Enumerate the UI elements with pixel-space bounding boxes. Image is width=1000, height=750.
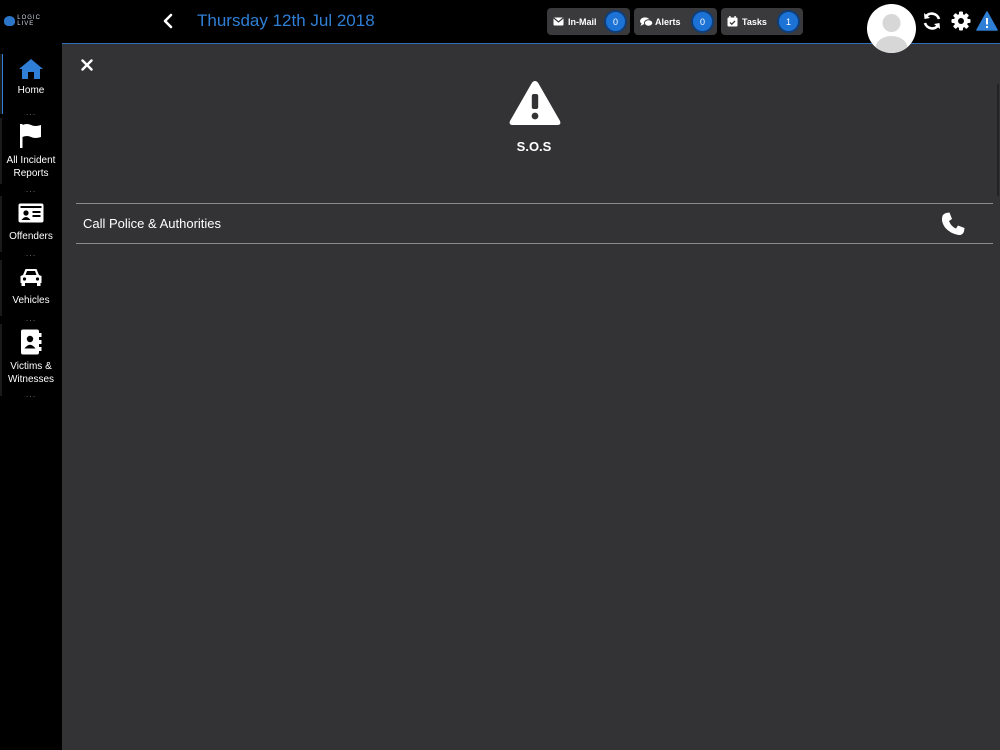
sidebar-item-label: Offenders (9, 231, 53, 242)
sidebar-item-victims-witnesses[interactable]: Victims & Witnesses (0, 324, 62, 396)
inmail-label: In-Mail (568, 16, 597, 27)
sos-panel: S.O.S Call Police & Authorities (62, 43, 1000, 750)
close-icon (81, 59, 93, 71)
phone-icon (940, 211, 966, 237)
warning-icon (976, 11, 998, 31)
sidebar-dots: ... (25, 313, 37, 323)
tasks-button[interactable]: Tasks 1 (721, 8, 803, 35)
sidebar-dots: ... (25, 248, 37, 258)
calendar-check-icon (727, 16, 740, 27)
id-card-icon (0, 196, 62, 230)
sidebar-item-offenders[interactable]: Offenders (0, 196, 62, 252)
avatar[interactable] (867, 4, 916, 53)
sidebar-item-label: Home (17, 85, 45, 96)
sidebar-dots: ... (25, 389, 37, 399)
sidebar-item-home[interactable]: Home (0, 54, 62, 114)
sidebar-item-label: All Incident Reports (6, 155, 56, 179)
sync-button[interactable] (921, 10, 943, 32)
tasks-count-badge: 1 (777, 10, 800, 33)
alerts-label: Alerts (655, 16, 681, 27)
settings-button[interactable] (950, 10, 972, 32)
sidebar-item-label: Victims & Witnesses (7, 361, 55, 385)
call-police-option[interactable]: Call Police & Authorities (76, 203, 993, 244)
alerts-count-badge: 0 (691, 10, 714, 33)
gear-icon (951, 11, 971, 31)
sos-warning-button[interactable] (976, 10, 998, 32)
tasks-label: Tasks (742, 16, 767, 27)
logo-text: LOGIC LIVE (17, 15, 41, 27)
sidebar-dots: ... (25, 107, 37, 117)
sidebar-item-vehicles[interactable]: Vehicles (0, 260, 62, 316)
date-title: Thursday 12th Jul 2018 (197, 11, 375, 30)
home-icon (0, 54, 62, 84)
top-bar: LOGIC LIVE Thursday 12th Jul 2018 In-Mai… (0, 0, 1000, 44)
sidebar-dots: ... (25, 184, 37, 194)
flag-icon (0, 118, 62, 154)
call-police-label: Call Police & Authorities (83, 216, 222, 231)
chat-bubbles-icon (640, 16, 653, 27)
alerts-button[interactable]: Alerts 0 (634, 8, 717, 35)
chevron-left-icon (163, 13, 173, 29)
user-silhouette-icon (875, 14, 908, 53)
warning-triangle-icon (507, 78, 563, 128)
sidebar-item-label: Vehicles (12, 295, 50, 306)
inmail-count-badge: 0 (604, 10, 627, 33)
sidebar-item-all-incident-reports[interactable]: All Incident Reports (0, 118, 62, 184)
sync-icon (923, 12, 941, 30)
sidebar: Home ... All Incident Reports ... Offend… (0, 44, 62, 750)
contact-book-icon (0, 324, 62, 360)
logo: LOGIC LIVE (4, 12, 58, 30)
sos-title: S.O.S (516, 139, 552, 154)
logo-mark (4, 16, 16, 26)
back-button[interactable] (158, 10, 178, 32)
close-button[interactable] (78, 56, 96, 74)
panel-edge-divider (997, 84, 999, 196)
inmail-button[interactable]: In-Mail 0 (547, 8, 630, 35)
envelope-icon (553, 16, 566, 27)
car-icon (0, 260, 62, 294)
